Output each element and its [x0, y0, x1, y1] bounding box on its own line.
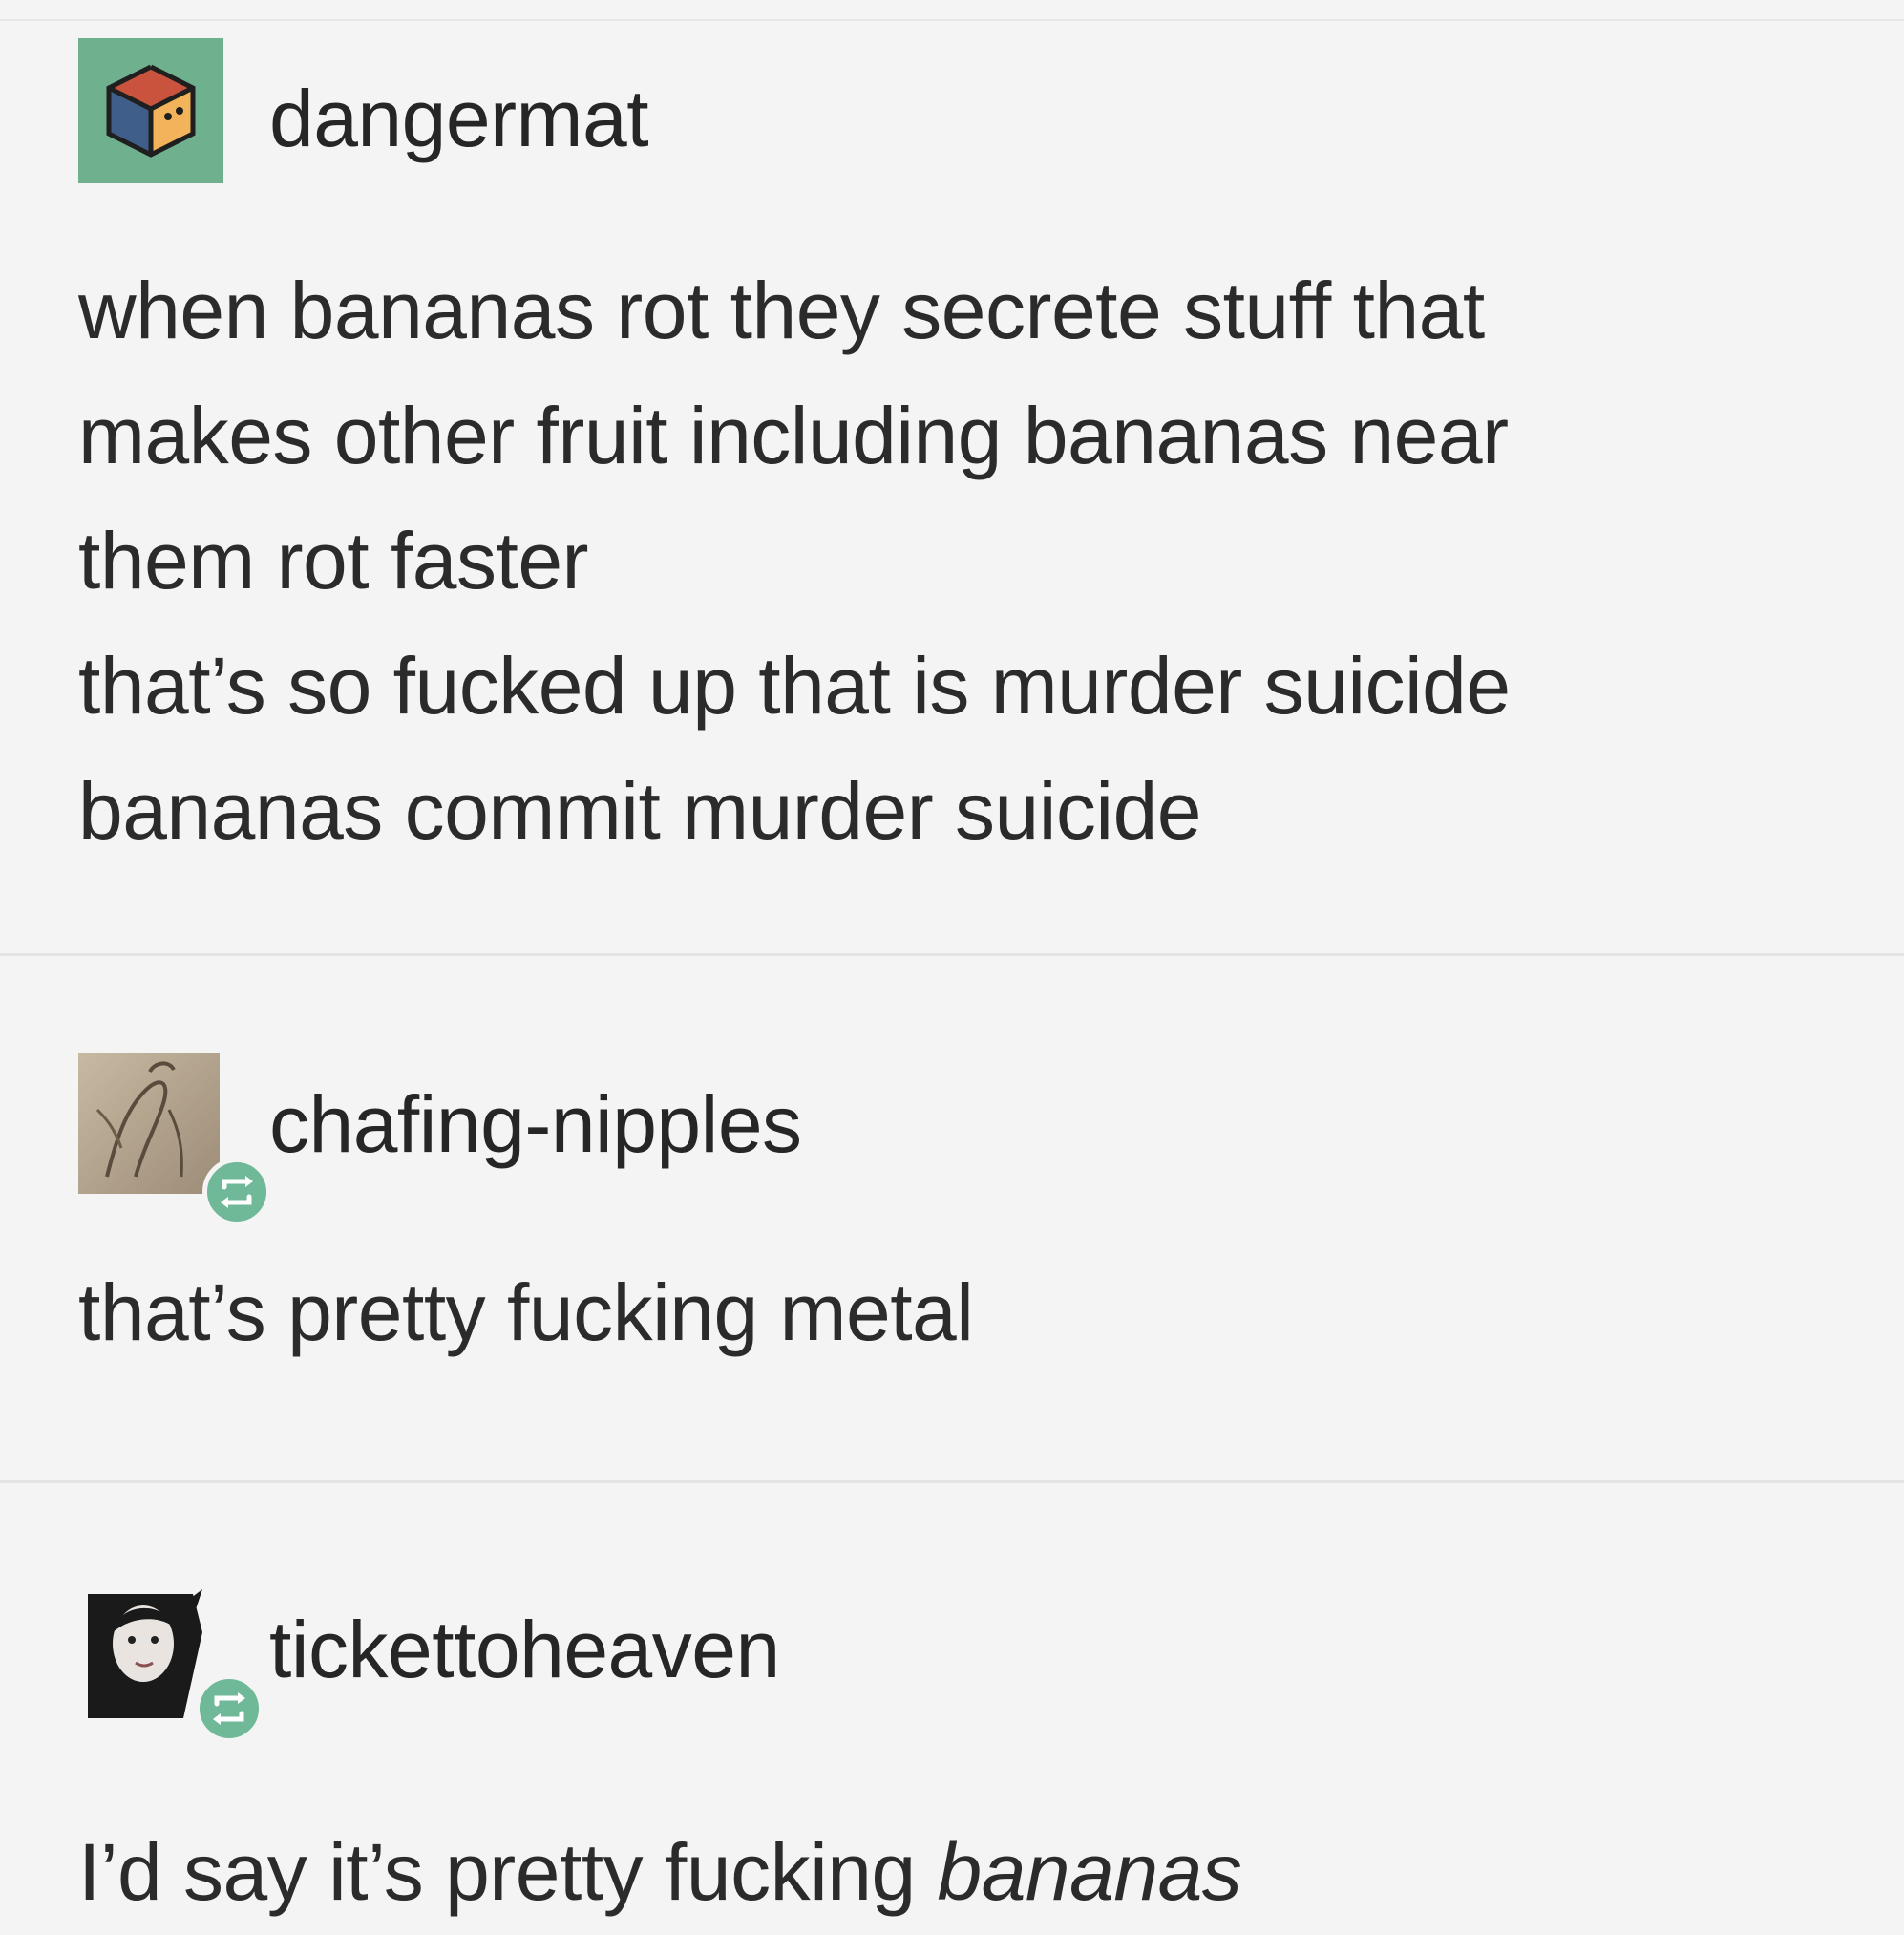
post-tickettoheaven: tickettoheaven I’d say it’s pretty fucki… — [0, 1488, 1904, 1917]
cube-avatar-icon[interactable] — [78, 38, 223, 183]
post-body: I’d say it’s pretty fucking bananas — [78, 1810, 1873, 1935]
post-text-line: that’s pretty fucking metal — [78, 1267, 974, 1357]
post-text-line: that’s so fucked up that is murder suici… — [78, 641, 1511, 731]
post-text-line: makes other fruit including bananas near — [78, 391, 1509, 480]
post-body: when bananas rot they secrete stuff that… — [78, 248, 1873, 874]
photo-avatar-icon[interactable] — [78, 1584, 212, 1718]
post-text-line: when bananas rot they secrete stuff that — [78, 266, 1485, 355]
post-text-line: bananas commit murder suicide — [78, 766, 1202, 856]
post-text-prefix: I’d say it’s pretty fucking — [78, 1827, 938, 1917]
post-body: that’s pretty fucking metal — [78, 1250, 1873, 1375]
reblog-icon — [195, 1674, 264, 1743]
post-dangermat: dangermat when bananas rot they secrete … — [0, 19, 1904, 955]
sketch-avatar-icon[interactable] — [78, 1053, 220, 1194]
post-text-line: I’d say it’s pretty fucking bananas — [78, 1810, 1873, 1935]
post-chafing-nipples: chafing-nipples that’s pretty fucking me… — [0, 957, 1904, 1478]
post-text-emphasis: bananas — [937, 1827, 1242, 1917]
post-username[interactable]: tickettoheaven — [269, 1604, 780, 1696]
post-text-line: them rot faster — [78, 516, 589, 606]
post-username[interactable]: chafing-nipples — [269, 1078, 802, 1171]
post-divider — [0, 1480, 1904, 1483]
post-username[interactable]: dangermat — [269, 73, 649, 165]
reblog-icon — [202, 1158, 271, 1226]
post-divider — [0, 953, 1904, 956]
